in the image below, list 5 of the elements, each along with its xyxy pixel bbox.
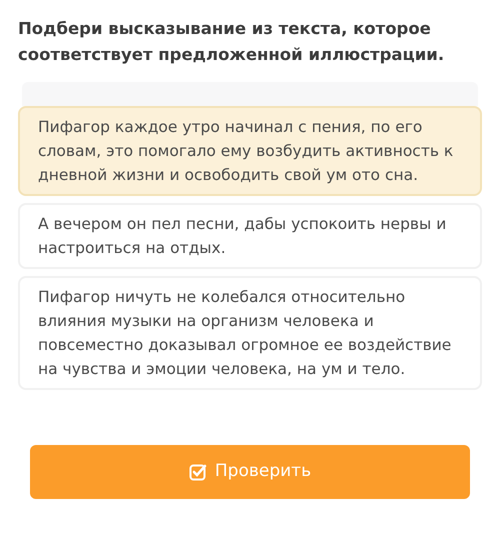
question-title: Подбери высказывание из текста, которое соответствует предложенной иллюстрации. [18,18,446,66]
answer-option[interactable]: Пифагор каждое утро начинал с пения, по его словам, это помогало ему возбудить активность к дневной жизни и освободить свой ум ото сна. [18,106,482,196]
answer-option[interactable]: Пифагор ничуть не колебался относительно влияния музыки на организм человека и повсеместно доказывал огромное ее воздействие на чувства и эмоции человека, на ум и тело. [18,276,482,390]
checkbox-icon [188,463,207,481]
answer-option[interactable]: А вечером он пел песни, дабы успокоить нервы и настроиться на отдых. [18,203,482,269]
